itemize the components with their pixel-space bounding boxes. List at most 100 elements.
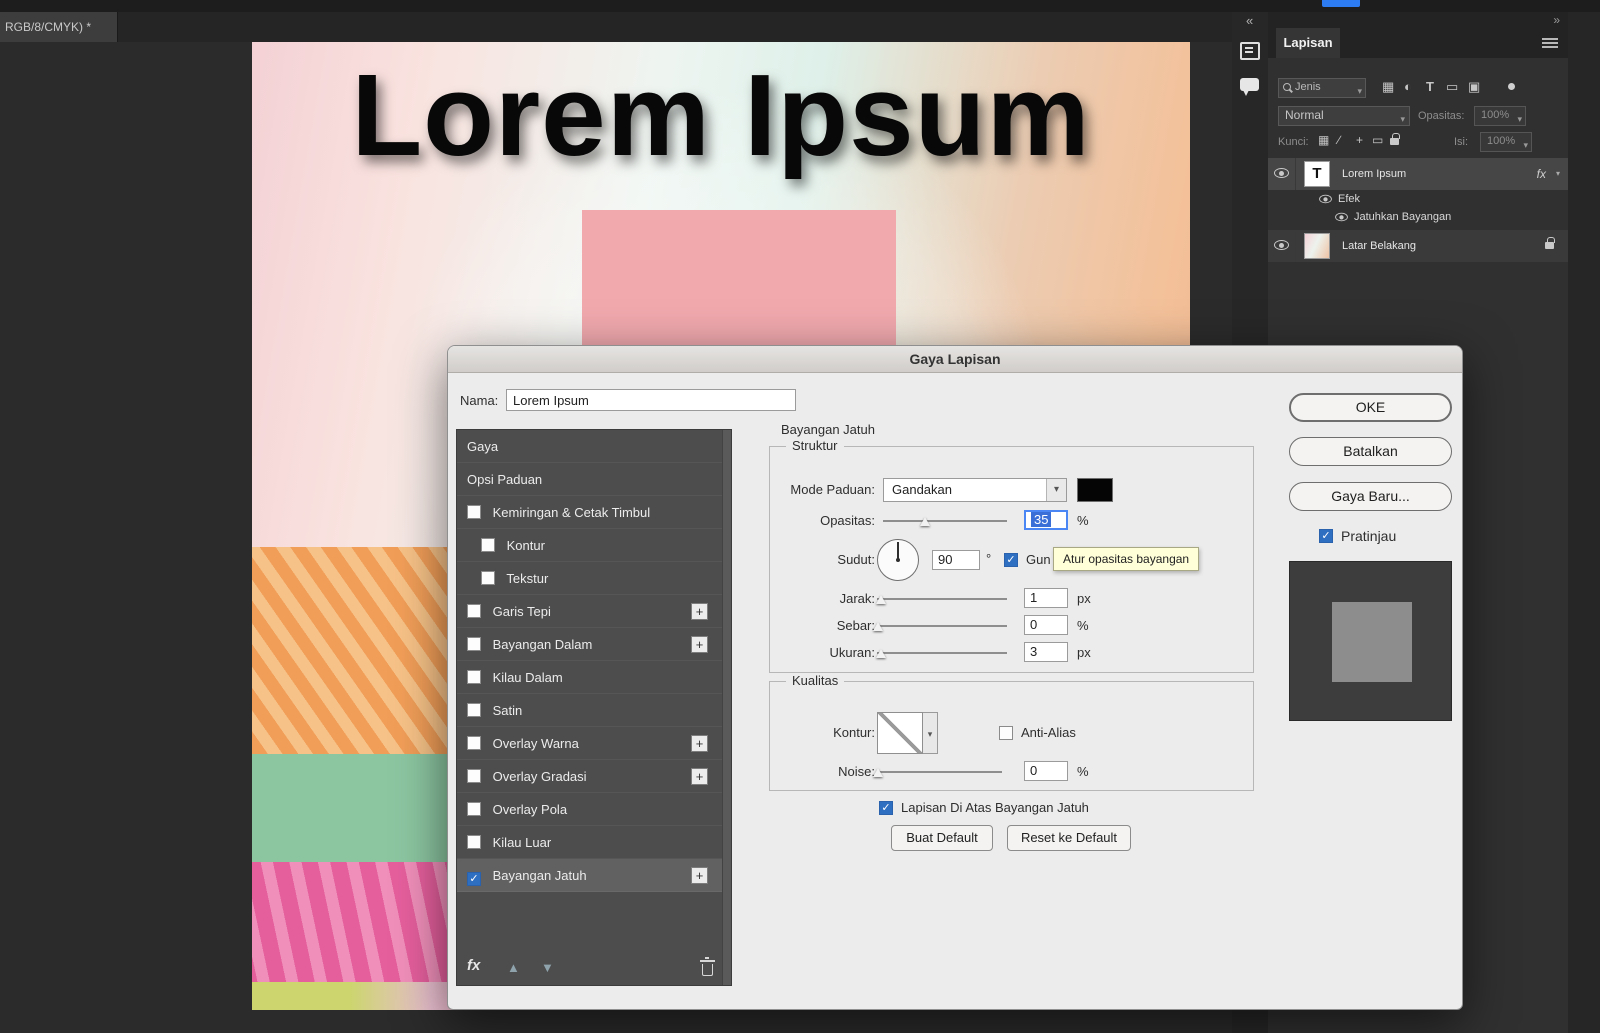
document-tab[interactable]: RGB/8/CMYK) * <box>0 12 118 42</box>
cancel-button[interactable]: Batalkan <box>1289 437 1452 466</box>
add-style-instance-button[interactable]: + <box>691 735 708 752</box>
checkbox[interactable] <box>467 769 481 783</box>
checkbox[interactable] <box>467 736 481 750</box>
layer-name[interactable]: Lorem Ipsum <box>1342 168 1406 180</box>
text-layer-thumbnail[interactable]: T <box>1304 161 1330 187</box>
reset-default-button[interactable]: Reset ke Default <box>1007 825 1131 851</box>
fx-icon[interactable]: fx <box>467 957 480 974</box>
visibility-cell[interactable] <box>1268 230 1296 262</box>
contour-picker-arrow[interactable]: ▾ <box>923 712 938 754</box>
style-item-opsi-paduan[interactable]: Opsi Paduan <box>457 463 722 496</box>
spread-slider[interactable] <box>873 622 1007 631</box>
docked-panel-icon[interactable] <box>1240 42 1260 60</box>
use-global-light-checkbox[interactable] <box>1004 553 1018 567</box>
slider-thumb[interactable] <box>875 649 886 658</box>
make-default-button[interactable]: Buat Default <box>891 825 993 851</box>
distance-field[interactable]: 1 <box>1024 588 1068 608</box>
visibility-eye-icon[interactable] <box>1319 194 1332 204</box>
lock-transparency-icon[interactable]: ▦ <box>1318 133 1329 147</box>
background-layer-thumbnail[interactable] <box>1304 233 1330 259</box>
add-style-instance-button[interactable]: + <box>691 603 708 620</box>
lock-pixels-icon[interactable]: ∕ <box>1338 133 1340 147</box>
shape-layer-filter-icon[interactable]: ▭ <box>1446 79 1458 95</box>
comment-panel-icon[interactable] <box>1240 78 1259 96</box>
checkbox[interactable] <box>481 538 495 552</box>
checkbox[interactable] <box>467 872 481 886</box>
blend-mode-select[interactable]: Normal ▾ <box>1278 106 1410 126</box>
collapse-dock-icon[interactable]: « <box>1246 13 1253 28</box>
type-layer-filter-icon[interactable]: T <box>1426 79 1434 94</box>
visibility-eye-icon[interactable] <box>1274 168 1289 178</box>
tab-lapisan[interactable]: Lapisan <box>1276 28 1340 58</box>
angle-dial[interactable] <box>877 539 919 581</box>
layer-name[interactable]: Latar Belakang <box>1342 240 1416 252</box>
pixel-layer-filter-icon[interactable]: ▦ <box>1382 79 1394 95</box>
effects-header-row[interactable]: Efek <box>1268 190 1568 208</box>
style-item-kilau-dalam[interactable]: Kilau Dalam <box>457 661 722 694</box>
size-field[interactable]: 3 <box>1024 642 1068 662</box>
lock-all-icon[interactable] <box>1390 133 1400 145</box>
spread-field[interactable]: 0 <box>1024 615 1068 635</box>
style-item-overlay-pola[interactable]: Overlay Pola <box>457 793 722 826</box>
add-style-instance-button[interactable]: + <box>691 768 708 785</box>
checkbox[interactable] <box>467 637 481 651</box>
checkbox[interactable] <box>481 571 495 585</box>
effects-collapse-icon[interactable]: ▾ <box>1556 169 1560 178</box>
style-item-gaya[interactable]: Gaya <box>457 430 722 463</box>
preview-checkbox[interactable] <box>1319 529 1333 543</box>
layer-knockout-checkbox[interactable] <box>879 801 893 815</box>
lock-artboard-icon[interactable]: ▭ <box>1372 133 1383 147</box>
noise-slider[interactable] <box>873 768 1002 777</box>
checkbox[interactable] <box>467 835 481 849</box>
move-effect-up-button[interactable]: ▲ <box>507 960 520 975</box>
checkbox[interactable] <box>467 604 481 618</box>
ok-button[interactable]: OKE <box>1289 393 1452 422</box>
visibility-cell[interactable] <box>1268 158 1296 190</box>
scrollbar[interactable] <box>722 430 731 985</box>
noise-field[interactable]: 0 <box>1024 761 1068 781</box>
style-item-kilau-luar[interactable]: Kilau Luar <box>457 826 722 859</box>
adjustment-layer-filter-icon[interactable]: ◐ <box>1404 79 1412 94</box>
style-item-kemiringan-cetak-timbul[interactable]: Kemiringan & Cetak Timbul <box>457 496 722 529</box>
panel-fill-value[interactable]: 100% ▾ <box>1480 132 1532 152</box>
add-style-instance-button[interactable]: + <box>691 867 708 884</box>
lock-position-icon[interactable]: + <box>1356 133 1363 147</box>
distance-slider[interactable] <box>875 595 1007 604</box>
layer-row-latar-belakang[interactable]: Latar Belakang <box>1268 230 1568 262</box>
style-item-tekstur[interactable]: Tekstur <box>457 562 722 595</box>
contour-preview[interactable] <box>877 712 923 754</box>
angle-field[interactable]: 90 <box>932 550 980 570</box>
visibility-eye-icon[interactable] <box>1335 212 1348 222</box>
layer-row-lorem-ipsum[interactable]: T Lorem Ipsum fx ▾ <box>1268 158 1568 190</box>
checkbox[interactable] <box>467 505 481 519</box>
shadow-color-swatch[interactable] <box>1077 478 1113 502</box>
filter-toggle-dot[interactable] <box>1508 83 1515 90</box>
fx-badge[interactable]: fx <box>1537 167 1546 181</box>
checkbox[interactable] <box>467 703 481 717</box>
opacity-field[interactable]: 35 <box>1024 510 1068 530</box>
style-item-bayangan-dalam[interactable]: Bayangan Dalam + <box>457 628 722 661</box>
dialog-titlebar[interactable]: Gaya Lapisan <box>448 346 1462 373</box>
slider-thumb[interactable] <box>920 517 931 526</box>
visibility-eye-icon[interactable] <box>1274 240 1289 250</box>
style-item-overlay-gradasi[interactable]: Overlay Gradasi + <box>457 760 722 793</box>
move-effect-down-button[interactable]: ▼ <box>541 960 554 975</box>
style-item-satin[interactable]: Satin <box>457 694 722 727</box>
layer-filter-select[interactable]: Jenis ▾ <box>1278 78 1366 98</box>
panel-menu-icon[interactable] <box>1542 38 1558 50</box>
checkbox[interactable] <box>467 670 481 684</box>
style-item-garis-tepi[interactable]: Garis Tepi + <box>457 595 722 628</box>
style-item-bayangan-jatuh[interactable]: Bayangan Jatuh + <box>457 859 722 892</box>
slider-thumb[interactable] <box>873 768 884 777</box>
style-item-kontur[interactable]: Kontur <box>457 529 722 562</box>
slider-thumb[interactable] <box>875 595 886 604</box>
add-style-instance-button[interactable]: + <box>691 636 708 653</box>
delete-effect-button[interactable] <box>699 957 715 976</box>
smart-object-filter-icon[interactable]: ▣ <box>1468 79 1480 95</box>
new-style-button[interactable]: Gaya Baru... <box>1289 482 1452 511</box>
panel-opacity-value[interactable]: 100% ▾ <box>1474 106 1526 126</box>
anti-alias-checkbox[interactable] <box>999 726 1013 740</box>
size-slider[interactable] <box>875 649 1007 658</box>
collapse-panel-icon[interactable]: » <box>1553 13 1560 27</box>
drop-shadow-effect-row[interactable]: Jatuhkan Bayangan <box>1268 208 1568 226</box>
